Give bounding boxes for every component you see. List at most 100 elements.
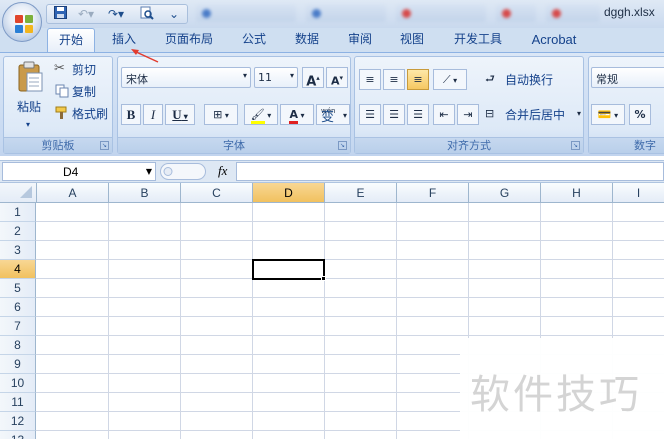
align-center-icon[interactable]: ☰ — [383, 104, 405, 125]
clipboard-launcher-icon[interactable]: ↘ — [100, 141, 109, 150]
row-header-1[interactable]: 1 — [0, 203, 36, 222]
column-header-d[interactable]: D — [253, 183, 325, 203]
phonetic-char: 变 — [321, 110, 335, 125]
copy-label: 复制 — [72, 85, 97, 99]
name-box-dropdown-icon[interactable]: ▼ — [146, 167, 152, 176]
copy-button[interactable]: 复制 — [52, 81, 110, 102]
increase-indent-icon[interactable]: ⇥ — [457, 104, 479, 125]
save-icon[interactable] — [51, 6, 69, 23]
align-top-icon[interactable]: ≡ — [359, 69, 381, 90]
underline-label: U — [172, 107, 182, 122]
office-button[interactable] — [2, 2, 42, 42]
font-group: 宋体 ▾ 11 ▾ A▴ A▾ B I U ▾ ⊞ ▾ 🖌 ▾ A ▾ wén … — [117, 56, 351, 154]
column-header-c[interactable]: C — [181, 183, 253, 203]
number-group: 常规 💳 ▾ % 数字 — [588, 56, 664, 154]
borders-button[interactable]: ⊞ ▾ — [204, 104, 238, 125]
row-header-11[interactable]: 11 — [0, 393, 36, 412]
tab-home[interactable]: 开始 — [47, 28, 95, 53]
tab-formulas[interactable]: 公式 — [232, 28, 276, 52]
row-header-6[interactable]: 6 — [0, 298, 36, 317]
font-size-value: 11 — [258, 71, 272, 84]
tab-developer[interactable]: 开发工具 — [445, 28, 511, 52]
watermark-text: 软件技巧 — [470, 372, 642, 418]
gridline — [36, 278, 664, 279]
number-format-value: 常规 — [596, 73, 618, 86]
font-size-select[interactable]: 11 ▾ — [254, 67, 298, 88]
align-left-icon[interactable]: ☰ — [359, 104, 381, 125]
row-header-9[interactable]: 9 — [0, 355, 36, 374]
alignment-launcher-icon[interactable]: ↘ — [571, 141, 580, 150]
name-box[interactable]: D4 ▼ — [2, 162, 156, 181]
format-painter-button[interactable]: 格式刷 — [52, 103, 110, 124]
percent-style-button[interactable]: % — [629, 104, 651, 125]
gridline — [36, 335, 664, 336]
font-color-button[interactable]: A ▾ — [280, 104, 314, 125]
redo-icon[interactable]: ↷▾ — [103, 6, 129, 23]
insert-function-icon[interactable]: fx — [218, 163, 227, 179]
wrap-text-button[interactable]: ⮐ 自动换行 — [483, 69, 575, 90]
phonetic-guide-button[interactable]: wén 变 ▾ — [316, 104, 350, 125]
row-header-2[interactable]: 2 — [0, 222, 36, 241]
print-preview-icon[interactable] — [135, 6, 159, 23]
row-header-7[interactable]: 7 — [0, 317, 36, 336]
cut-button[interactable]: ✂ 剪切 — [52, 59, 110, 80]
font-launcher-icon[interactable]: ↘ — [338, 141, 347, 150]
column-header-h[interactable]: H — [541, 183, 613, 203]
undo-icon[interactable]: ↶▾ — [73, 6, 99, 23]
column-header-i[interactable]: I — [613, 183, 664, 203]
select-all-corner[interactable] — [0, 183, 37, 203]
number-format-select[interactable]: 常规 — [591, 67, 664, 88]
wrap-text-label: 自动换行 — [505, 73, 554, 87]
accounting-format-icon[interactable]: 💳 ▾ — [591, 104, 625, 125]
fill-bucket-icon: 🖌 — [250, 108, 265, 124]
gridline — [36, 297, 664, 298]
font-group-title: 字体 — [118, 137, 350, 153]
orientation-icon[interactable]: ⟋ ▾ — [433, 69, 467, 90]
tab-page-layout[interactable]: 页面布局 — [158, 28, 220, 52]
shrink-font-icon[interactable]: A▾ — [326, 67, 348, 88]
bold-button[interactable]: B — [121, 104, 141, 125]
cut-label: 剪切 — [72, 63, 97, 77]
underline-button[interactable]: U ▾ — [165, 104, 195, 125]
column-header-g[interactable]: G — [469, 183, 541, 203]
italic-button[interactable]: I — [143, 104, 163, 125]
annotation-arrow-icon — [131, 49, 159, 63]
column-header-f[interactable]: F — [397, 183, 469, 203]
gridline — [36, 259, 664, 260]
customize-qat-icon[interactable]: ⌄ — [165, 6, 183, 23]
row-header-10[interactable]: 10 — [0, 374, 36, 393]
paste-dropdown-icon[interactable]: ▾ — [26, 115, 30, 135]
paste-button[interactable]: 粘贴 ▾ — [8, 59, 50, 133]
active-cell-d4[interactable] — [252, 259, 325, 280]
font-name-select[interactable]: 宋体 ▾ — [121, 67, 251, 88]
row-header-4[interactable]: 4 — [0, 260, 36, 279]
align-bottom-icon[interactable]: ≡ — [407, 69, 429, 90]
align-middle-icon[interactable]: ≡ — [383, 69, 405, 90]
clipboard-group: 粘贴 ▾ ✂ 剪切 复制 格式刷 剪贴板 ↘ — [3, 56, 113, 154]
row-header-8[interactable]: 8 — [0, 336, 36, 355]
row-header-3[interactable]: 3 — [0, 241, 36, 260]
tab-review[interactable]: 审阅 — [338, 28, 382, 52]
font-color-icon: A — [289, 108, 298, 124]
column-header-a[interactable]: A — [37, 183, 109, 203]
fill-handle[interactable] — [321, 276, 326, 281]
align-right-icon[interactable]: ☰ — [407, 104, 429, 125]
gridline — [324, 203, 325, 439]
office-logo-icon — [15, 15, 33, 33]
tab-acrobat[interactable]: Acrobat — [522, 28, 586, 52]
column-header-b[interactable]: B — [109, 183, 181, 203]
paste-label: 粘贴 — [17, 100, 42, 114]
tab-data[interactable]: 数据 — [284, 28, 330, 52]
tab-view[interactable]: 视图 — [390, 28, 434, 52]
fill-color-button[interactable]: 🖌 ▾ — [244, 104, 278, 125]
grow-font-icon[interactable]: A▴ — [302, 67, 324, 89]
row-header-5[interactable]: 5 — [0, 279, 36, 298]
window-title: dggh.xlsx — [604, 5, 655, 19]
row-header-12[interactable]: 12 — [0, 412, 36, 431]
row-header-13[interactable]: 13 — [0, 431, 36, 439]
decrease-indent-icon[interactable]: ⇤ — [433, 104, 455, 125]
formula-input[interactable] — [236, 162, 664, 181]
merge-center-button[interactable]: ⊟ 合并后居中 ▾ — [483, 104, 581, 125]
column-header-e[interactable]: E — [325, 183, 397, 203]
font-size-dropdown-icon: ▾ — [289, 71, 294, 80]
